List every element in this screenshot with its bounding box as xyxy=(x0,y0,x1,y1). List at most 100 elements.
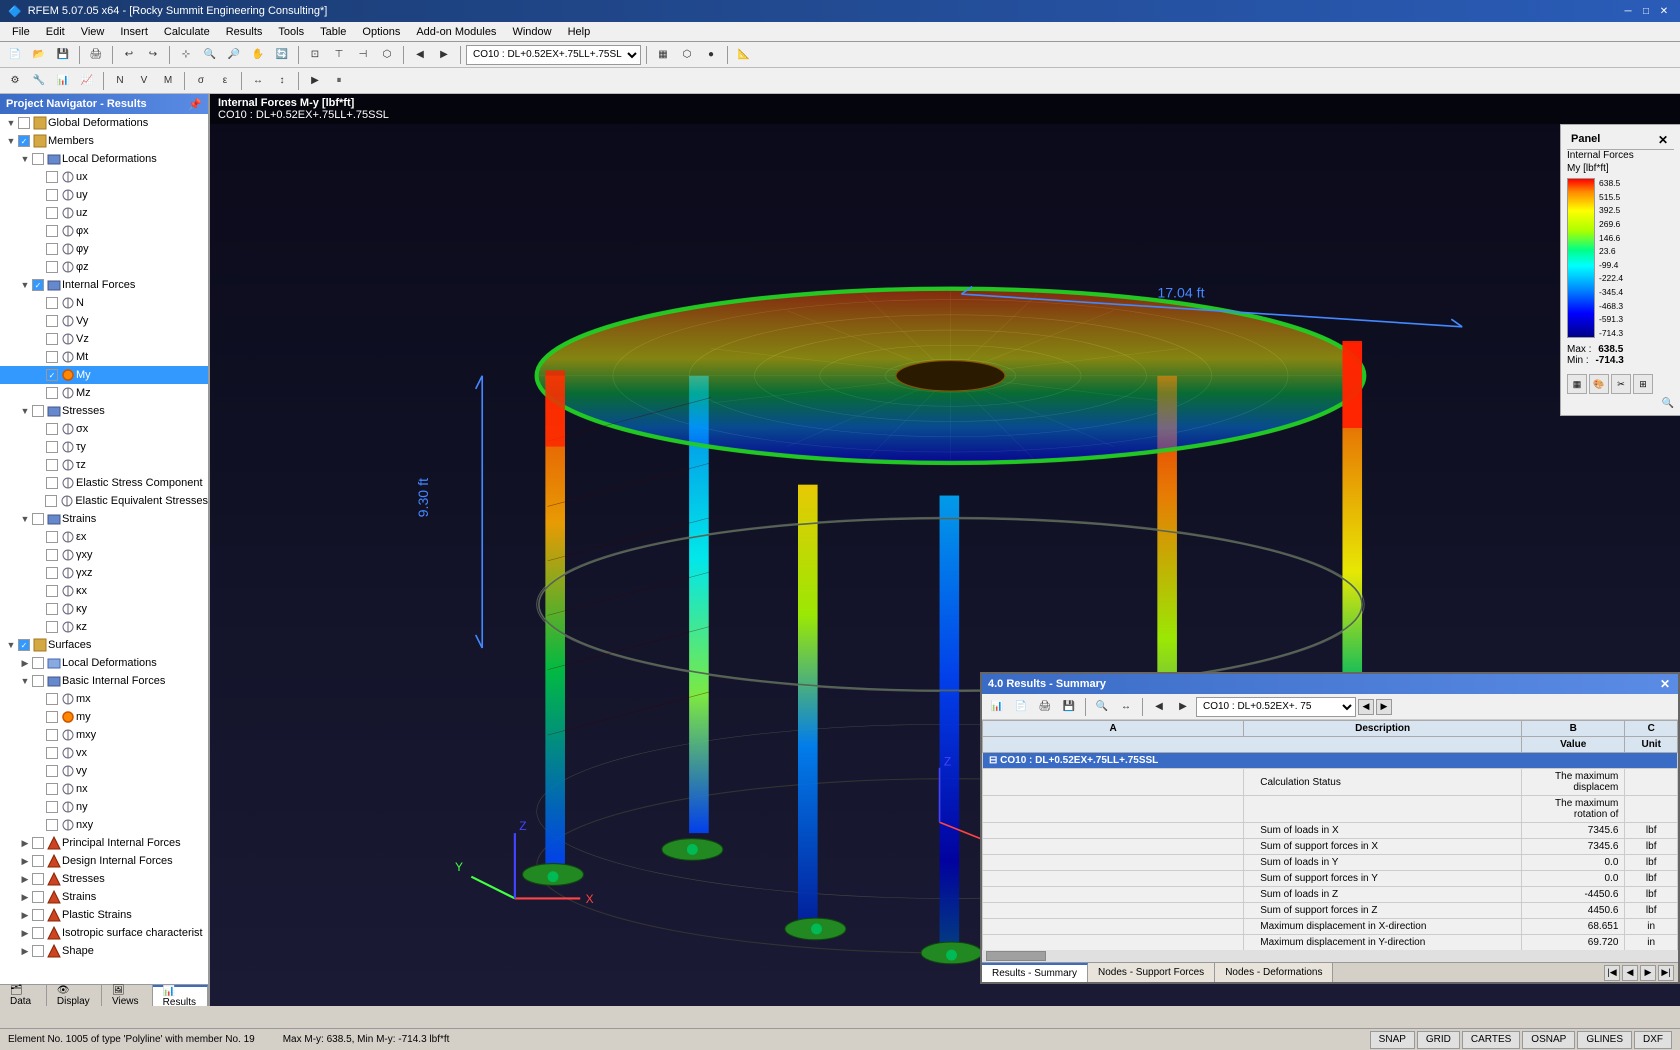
tree-item-Mz[interactable]: Mz xyxy=(0,384,208,402)
checkbox-elastic-stress[interactable] xyxy=(46,477,58,489)
checkbox-ux[interactable] xyxy=(46,171,58,183)
checkbox-yxz[interactable] xyxy=(46,567,58,579)
tab-results[interactable]: 📊 Results xyxy=(153,985,208,1006)
tree-item-My[interactable]: ✓My xyxy=(0,366,208,384)
expand-icon-yxy[interactable] xyxy=(32,548,46,562)
expand-icon-N[interactable] xyxy=(32,296,46,310)
select-btn[interactable]: ⊹ xyxy=(175,44,197,66)
checkbox-isotropic-surf[interactable] xyxy=(32,927,44,939)
checkbox-plastic-strains[interactable] xyxy=(32,909,44,921)
table-row[interactable]: Sum of support forces in Y0.0lbf xyxy=(983,871,1678,887)
expand-icon-uz[interactable] xyxy=(32,206,46,220)
tree-item-surfaces[interactable]: ▼✓Surfaces xyxy=(0,636,208,654)
expand-icon-vy-surf[interactable] xyxy=(32,764,46,778)
col-header-c[interactable]: C xyxy=(1625,721,1678,737)
tree-item-ky[interactable]: κy xyxy=(0,600,208,618)
restore-button[interactable]: □ xyxy=(1638,4,1654,18)
expand-icon-Vy[interactable] xyxy=(32,314,46,328)
checkbox-phiy[interactable] xyxy=(46,243,58,255)
checkbox-uy[interactable] xyxy=(46,189,58,201)
tree-item-sx[interactable]: σx xyxy=(0,420,208,438)
table-row[interactable]: Sum of loads in X7345.6lbf xyxy=(983,823,1678,839)
tb2-btn9[interactable]: ε xyxy=(214,70,236,92)
expand-icon-phix[interactable] xyxy=(32,224,46,238)
checkbox-ty[interactable] xyxy=(46,441,58,453)
expand-icon-phiy[interactable] xyxy=(32,242,46,256)
expand-icon-isotropic-surf[interactable]: ▶ xyxy=(18,926,32,940)
tree-item-elastic-stress[interactable]: Elastic Stress Component xyxy=(0,474,208,492)
window-controls[interactable]: ─ □ ✕ xyxy=(1620,4,1672,18)
tree-item-design-internal[interactable]: ▶Design Internal Forces xyxy=(0,852,208,870)
wire-btn[interactable]: ⬡ xyxy=(676,44,698,66)
undo-btn[interactable]: ↩ xyxy=(118,44,140,66)
col-header-desc[interactable]: Description xyxy=(1244,721,1522,737)
expand-icon-shape[interactable]: ▶ xyxy=(18,944,32,958)
tree-item-surf-strains[interactable]: ▶Strains xyxy=(0,888,208,906)
tab-nav-last[interactable]: ▶| xyxy=(1658,965,1674,981)
tb2-btn2[interactable]: 🔧 xyxy=(28,70,50,92)
menu-help[interactable]: Help xyxy=(560,24,599,40)
expand-icon-Mz[interactable] xyxy=(32,386,46,400)
tb2-btn5[interactable]: N xyxy=(109,70,131,92)
checkbox-mxy[interactable] xyxy=(46,729,58,741)
zoom-out-btn[interactable]: 🔎 xyxy=(223,44,245,66)
tb2-btn8[interactable]: σ xyxy=(190,70,212,92)
checkbox-stresses[interactable] xyxy=(32,405,44,417)
expand-icon-nx[interactable] xyxy=(32,782,46,796)
expand-icon-nxy[interactable] xyxy=(32,818,46,832)
menu-insert[interactable]: Insert xyxy=(112,24,156,40)
load-combo[interactable]: CO10 : DL+0.52EX+.75LL+.75SL xyxy=(466,45,641,65)
checkbox-Vz[interactable] xyxy=(46,333,58,345)
expand-icon-Mt[interactable] xyxy=(32,350,46,364)
tree-item-surf-local-def[interactable]: ▶Local Deformations xyxy=(0,654,208,672)
table-row[interactable]: Calculation StatusThe maximum displacem xyxy=(983,769,1678,796)
tree-item-yxy[interactable]: γxy xyxy=(0,546,208,564)
tb2-btn3[interactable]: 📊 xyxy=(52,70,74,92)
expand-icon-elastic-stress[interactable] xyxy=(32,476,46,490)
rotate-btn[interactable]: 🔄 xyxy=(271,44,293,66)
nav-tree[interactable]: ▼Global Deformations▼✓Members▼Local Defo… xyxy=(0,114,208,984)
expand-icon-yxz[interactable] xyxy=(32,566,46,580)
results-hscroll[interactable] xyxy=(982,950,1678,962)
tree-item-ny-surf[interactable]: ny xyxy=(0,798,208,816)
results-tab-deform[interactable]: Nodes - Deformations xyxy=(1215,963,1333,982)
tree-item-surf-stresses[interactable]: ▶Stresses xyxy=(0,870,208,888)
col-header-b[interactable]: B xyxy=(1522,721,1625,737)
expand-icon-plastic-strains[interactable]: ▶ xyxy=(18,908,32,922)
tree-item-shape[interactable]: ▶Shape xyxy=(0,942,208,960)
results-tb-btn5[interactable]: 🔍 xyxy=(1091,696,1113,718)
checkbox-global-def[interactable] xyxy=(18,117,30,129)
expand-icon-elastic-equiv[interactable] xyxy=(31,494,45,508)
checkbox-tz[interactable] xyxy=(46,459,58,471)
checkbox-My[interactable]: ✓ xyxy=(46,369,58,381)
results-tab-support[interactable]: Nodes - Support Forces xyxy=(1088,963,1215,982)
glines-button[interactable]: GLINES xyxy=(1577,1031,1632,1049)
viewport[interactable]: Internal Forces M-y [lbf*ft] CO10 : DL+0… xyxy=(210,94,1680,1006)
checkbox-surf-local-def[interactable] xyxy=(32,657,44,669)
results-hscroll-thumb[interactable] xyxy=(986,951,1046,961)
tree-item-global-def[interactable]: ▼Global Deformations xyxy=(0,114,208,132)
results-tb-btn6[interactable]: ↔ xyxy=(1115,696,1137,718)
results-nav-fwd[interactable]: ▶ xyxy=(1376,699,1392,715)
menu-results[interactable]: Results xyxy=(218,24,271,40)
tree-item-tz[interactable]: τz xyxy=(0,456,208,474)
tree-item-strains-members[interactable]: ▼Strains xyxy=(0,510,208,528)
expand-icon-members[interactable]: ▼ xyxy=(4,134,18,148)
checkbox-sx[interactable] xyxy=(46,423,58,435)
expand-icon-ky[interactable] xyxy=(32,602,46,616)
expand-icon-Vz[interactable] xyxy=(32,332,46,346)
checkbox-phiz[interactable] xyxy=(46,261,58,273)
tree-item-ex[interactable]: εx xyxy=(0,528,208,546)
checkbox-local-def[interactable] xyxy=(32,153,44,165)
grid-button[interactable]: GRID xyxy=(1417,1031,1460,1049)
tree-item-ty[interactable]: τy xyxy=(0,438,208,456)
expand-icon-mx[interactable] xyxy=(32,692,46,706)
expand-icon-surfaces[interactable]: ▼ xyxy=(4,638,18,652)
checkbox-vx[interactable] xyxy=(46,747,58,759)
tree-item-phiz[interactable]: φz xyxy=(0,258,208,276)
checkbox-uz[interactable] xyxy=(46,207,58,219)
expand-icon-global-def[interactable]: ▼ xyxy=(4,116,18,130)
render-btn[interactable]: ▦ xyxy=(652,44,674,66)
expand-icon-kz[interactable] xyxy=(32,620,46,634)
zoom-icon[interactable]: 🔍 xyxy=(1567,398,1674,409)
